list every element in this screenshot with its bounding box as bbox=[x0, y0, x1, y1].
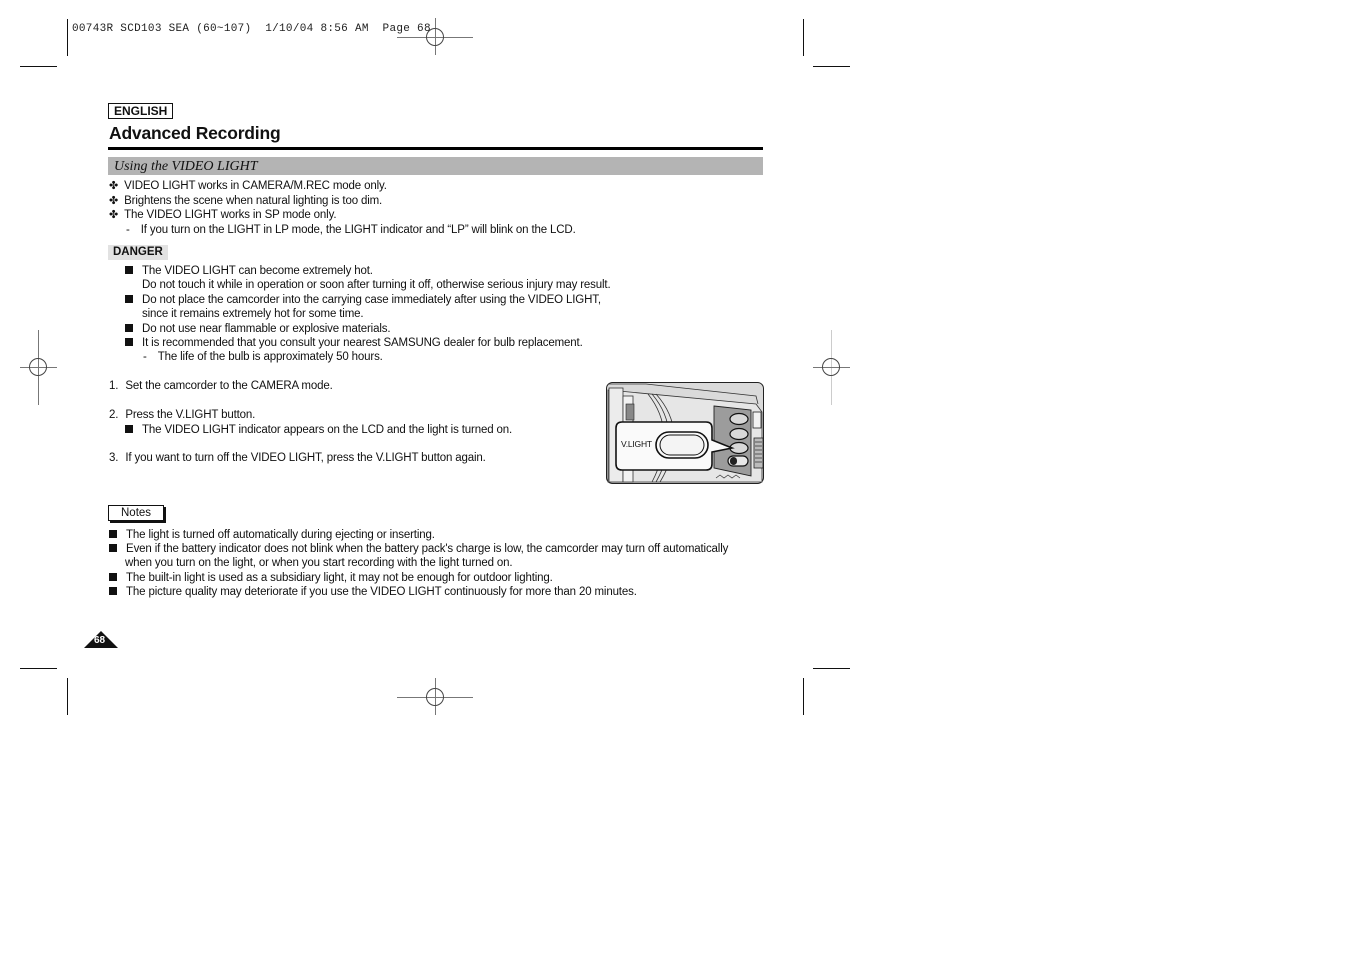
danger-item: It is recommended that you consult your … bbox=[125, 336, 583, 350]
crop-mark bbox=[813, 668, 850, 669]
four-leaf-cross-icon: ✤ bbox=[109, 209, 119, 221]
crop-mark bbox=[20, 668, 57, 669]
danger-item: Do not use near flammable or explosive m… bbox=[125, 322, 391, 336]
notes-label: Notes bbox=[108, 505, 165, 521]
dash-marker: - bbox=[143, 351, 147, 363]
note-item: Even if the battery indicator does not b… bbox=[109, 542, 728, 556]
danger-sub-item: - The life of the bulb is approximately … bbox=[143, 351, 383, 363]
crop-mark bbox=[20, 66, 57, 67]
square-bullet-icon bbox=[125, 295, 133, 303]
note-item-continuation: when you turn on the light, or when you … bbox=[125, 557, 513, 569]
step-item: 2. Press the V.LIGHT button. bbox=[109, 409, 256, 421]
camcorder-vlight-button-drawing bbox=[606, 382, 764, 484]
intro-item: ✤ The VIDEO LIGHT works in SP mode only. bbox=[109, 209, 337, 221]
danger-item-continuation: since it remains extremely hot for some … bbox=[142, 308, 364, 320]
note-item: The light is turned off automatically du… bbox=[109, 528, 435, 542]
page-number: 68 bbox=[94, 635, 106, 646]
step-item: 3. If you want to turn off the VIDEO LIG… bbox=[109, 452, 486, 464]
note-item: The built-in light is used as a subsidia… bbox=[109, 571, 553, 585]
step-sub-item: The VIDEO LIGHT indicator appears on the… bbox=[125, 423, 512, 437]
square-bullet-icon bbox=[125, 425, 133, 433]
square-bullet-icon bbox=[125, 266, 133, 274]
print-slug: 00743R SCD103 SEA (60~107) 1/10/04 8:56 … bbox=[72, 23, 431, 35]
title-rule bbox=[108, 147, 763, 150]
danger-label: DANGER bbox=[108, 245, 168, 260]
camcorder-illustration: V.LIGHT bbox=[606, 382, 764, 484]
step-item: 1. Set the camcorder to the CAMERA mode. bbox=[109, 380, 333, 392]
square-bullet-icon bbox=[125, 324, 133, 332]
page-title: Advanced Recording bbox=[109, 123, 281, 143]
crop-mark bbox=[67, 678, 68, 715]
intro-item: ✤ Brightens the scene when natural light… bbox=[109, 195, 383, 207]
crop-mark bbox=[803, 678, 804, 715]
four-leaf-cross-icon: ✤ bbox=[109, 180, 119, 192]
square-bullet-icon bbox=[109, 544, 117, 552]
intro-item: ✤ VIDEO LIGHT works in CAMERA/M.REC mode… bbox=[109, 180, 387, 192]
danger-item: The VIDEO LIGHT can become extremely hot… bbox=[125, 264, 373, 278]
section-heading: Using the VIDEO LIGHT bbox=[108, 157, 763, 175]
square-bullet-icon bbox=[109, 587, 117, 595]
square-bullet-icon bbox=[109, 573, 117, 581]
danger-item: Do not place the camcorder into the carr… bbox=[125, 293, 601, 307]
crop-mark bbox=[803, 19, 804, 56]
dash-marker: - bbox=[126, 224, 130, 236]
vlight-callout-label: V.LIGHT bbox=[621, 439, 652, 449]
square-bullet-icon bbox=[109, 530, 117, 538]
crop-mark bbox=[813, 66, 850, 67]
section-title: Using the VIDEO LIGHT bbox=[114, 159, 258, 174]
language-badge: ENGLISH bbox=[108, 103, 174, 119]
danger-item-continuation: Do not touch it while in operation or so… bbox=[142, 279, 611, 291]
note-item: The picture quality may deteriorate if y… bbox=[109, 585, 637, 599]
four-leaf-cross-icon: ✤ bbox=[109, 195, 119, 207]
intro-sub-item: - If you turn on the LIGHT in LP mode, t… bbox=[126, 224, 576, 236]
crop-mark bbox=[67, 19, 68, 56]
square-bullet-icon bbox=[125, 338, 133, 346]
